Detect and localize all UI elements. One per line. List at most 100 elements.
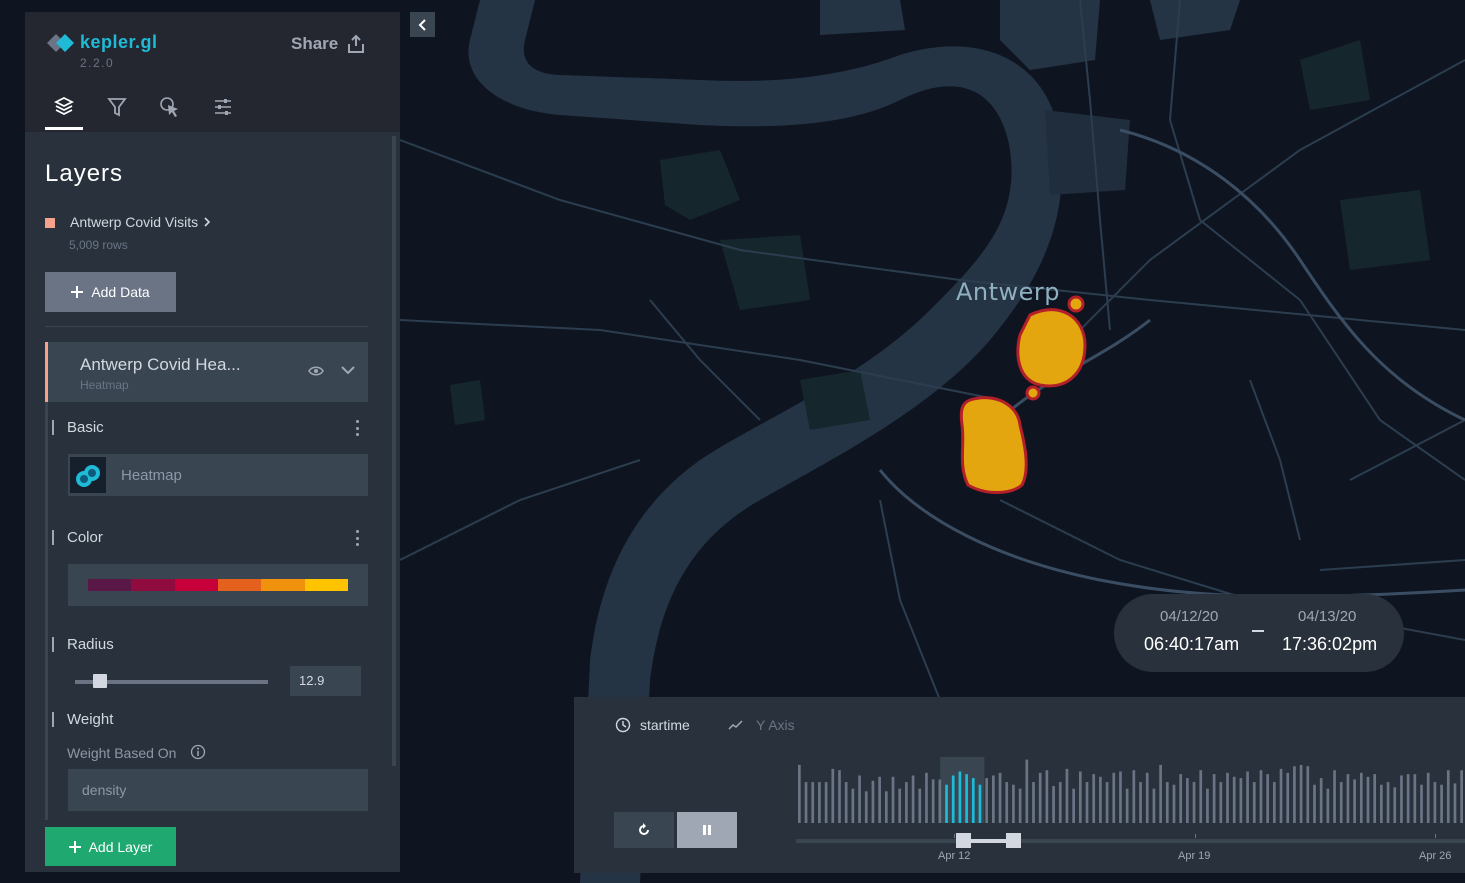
weight-info-button[interactable] <box>190 744 206 765</box>
histogram-bar <box>1139 782 1142 823</box>
histogram-bar <box>1406 774 1410 823</box>
time-slider-end-handle[interactable] <box>1006 833 1021 848</box>
dataset-name: Antwerp Covid Visits <box>70 214 199 230</box>
tab-filters[interactable] <box>98 94 136 130</box>
layer-type-select[interactable]: Heatmap <box>68 454 368 496</box>
histogram-bar <box>1413 774 1417 823</box>
end-date: 04/13/20 <box>1298 608 1357 625</box>
time-playback-panel: startime Y Axis Apr 12 Apr 19 Apr 26 <box>574 697 1465 873</box>
section-marker <box>52 420 54 435</box>
histogram-bar <box>1346 774 1350 823</box>
tab-layers[interactable] <box>45 94 83 130</box>
info-icon <box>190 744 206 760</box>
histogram-bar <box>1393 787 1397 823</box>
time-slider-track[interactable] <box>796 839 1465 843</box>
plus-icon <box>71 286 84 298</box>
time-separator <box>1252 630 1264 632</box>
color-ramp-step <box>261 579 305 591</box>
histogram-bar <box>1319 778 1323 823</box>
color-ramp-step <box>88 579 132 591</box>
visibility-toggle[interactable] <box>308 364 324 382</box>
histogram-bar <box>1433 782 1437 823</box>
layer-type-value: Heatmap <box>121 467 182 484</box>
histogram-bar <box>1152 788 1156 823</box>
histogram-bar <box>978 784 982 823</box>
histogram-bar <box>925 772 928 823</box>
histogram-bar <box>1065 768 1069 823</box>
histogram-bar <box>1172 784 1176 823</box>
histogram-bar <box>1012 784 1015 823</box>
histogram-bar <box>1072 788 1075 823</box>
histogram-bar <box>1199 770 1203 823</box>
time-histogram[interactable] <box>796 757 1465 827</box>
clock-icon <box>615 717 631 733</box>
histogram-bar <box>1045 770 1049 823</box>
tab-interactions[interactable] <box>151 94 189 130</box>
kepler-logo-icon <box>47 34 74 52</box>
layer-collapse-toggle[interactable] <box>340 362 356 383</box>
time-field-select[interactable]: startime <box>615 717 690 733</box>
tick-label: Apr 19 <box>1178 850 1211 862</box>
histogram-bar <box>1420 784 1423 823</box>
pause-icon <box>703 825 711 835</box>
histogram-bar <box>1426 772 1430 823</box>
add-data-button[interactable]: Add Data <box>45 272 176 312</box>
histogram-bar <box>1286 772 1290 823</box>
add-layer-button[interactable]: Add Layer <box>45 827 176 866</box>
histogram-bar <box>1313 784 1316 823</box>
histogram-bar <box>1092 774 1096 823</box>
histogram-bar <box>1179 774 1183 823</box>
color-ramp-step <box>217 579 262 591</box>
histogram-bar <box>864 791 868 823</box>
y-axis-label: Y Axis <box>756 717 795 733</box>
dataset-row-count: 5,009 rows <box>69 238 128 252</box>
share-label: Share <box>291 34 339 53</box>
histogram-bar <box>1259 770 1263 823</box>
y-axis-select[interactable]: Y Axis <box>728 717 795 733</box>
pause-button[interactable] <box>677 812 737 848</box>
collapse-panel-button[interactable] <box>410 12 435 37</box>
histogram-bar <box>1279 768 1283 823</box>
color-range-select[interactable] <box>68 564 368 606</box>
dataset-name-link[interactable]: Antwerp Covid Visits <box>70 214 212 230</box>
color-ramp-step <box>131 579 175 591</box>
layer-type: Heatmap <box>80 378 129 392</box>
divider <box>45 326 368 327</box>
histogram-bar <box>985 778 989 823</box>
panel-scrollbar[interactable] <box>392 136 396 766</box>
histogram-bar <box>971 778 975 823</box>
app-version: 2.2.0 <box>80 56 115 70</box>
histogram-bar <box>1239 778 1243 823</box>
reset-button[interactable] <box>614 812 674 848</box>
app-name: kepler.gl <box>80 32 158 52</box>
histogram-bar <box>1226 772 1229 823</box>
histogram-bar <box>1333 770 1336 823</box>
dataset-color-swatch <box>45 218 55 228</box>
color-menu-button[interactable] <box>353 530 361 546</box>
share-button[interactable]: Share <box>291 32 366 56</box>
histogram-bar <box>1038 772 1042 823</box>
tab-base-map[interactable] <box>204 94 242 130</box>
section-marker <box>52 637 54 652</box>
radius-slider-handle[interactable] <box>93 674 108 688</box>
weight-field-select[interactable]: density <box>68 769 368 811</box>
histogram-bar <box>1099 776 1102 823</box>
layer-header[interactable]: Antwerp Covid Hea... Heatmap <box>45 342 368 402</box>
histogram-bar <box>951 775 955 823</box>
histogram-bar <box>931 779 935 823</box>
histogram-bar <box>998 772 1002 823</box>
histogram-bar <box>1446 770 1450 823</box>
time-slider-start-handle[interactable] <box>956 833 971 848</box>
filter-icon <box>107 98 127 117</box>
histogram-bar <box>1025 759 1029 823</box>
histogram-bar <box>992 775 995 823</box>
basic-menu-button[interactable] <box>353 420 361 436</box>
histogram-bar <box>1005 782 1009 823</box>
histogram-bar <box>798 764 801 823</box>
section-marker <box>52 712 54 727</box>
histogram-bar <box>1112 772 1116 823</box>
histogram-bar <box>918 788 922 823</box>
radius-input[interactable]: 12.9 <box>290 666 361 696</box>
histogram-bar <box>1078 771 1082 823</box>
histogram-bar <box>1206 788 1209 823</box>
